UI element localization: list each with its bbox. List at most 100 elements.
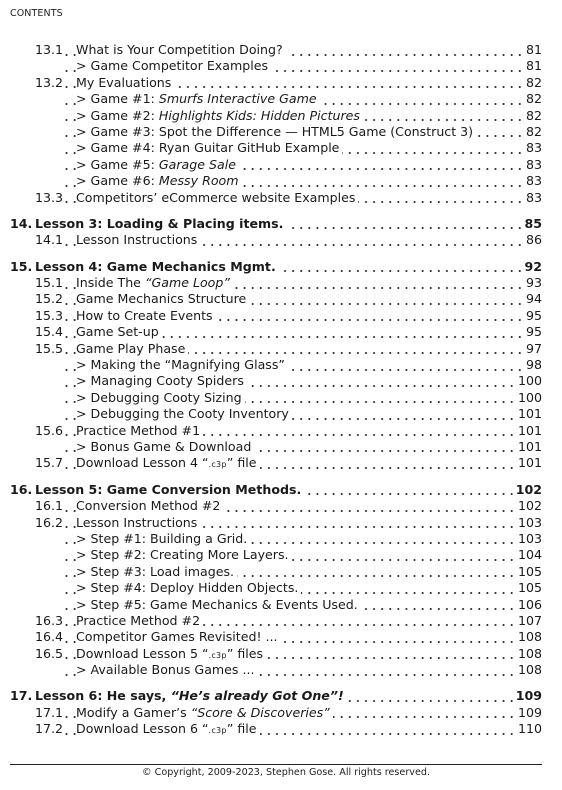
entry-title[interactable]: Competitor Games Revisited! ... [76, 629, 281, 646]
entry-number: 15.7 [35, 455, 64, 471]
entry-title[interactable]: > Bonus Game & Download [76, 438, 255, 456]
toc-chapter-entry[interactable]: 16. Lesson 5: Game Conversion Methods. 102 [0, 481, 562, 499]
entry-title[interactable]: > Debugging Cooty Sizing [76, 389, 245, 407]
page-number: 81 [523, 58, 542, 75]
page-number: 108 [515, 662, 542, 679]
entry-title[interactable]: > Game #3: Spot the Difference — HTML5 G… [76, 123, 477, 141]
toc-section-entry[interactable]: 14.1 Lesson Instructions 86 [0, 232, 562, 249]
entry-title[interactable]: > Game #2: Highlights Kids: Hidden Pictu… [76, 107, 363, 124]
entry-title[interactable]: My Evaluations [76, 74, 175, 92]
entry-title[interactable]: Practice Method #2 [76, 612, 204, 630]
toc-subitem-entry[interactable]: > Available Bonus Games ... 108 [0, 662, 562, 679]
toc-section-entry[interactable]: 15.2 Game Mechanics Structure 94 [0, 291, 562, 308]
toc-subitem-entry[interactable]: > Debugging the Cooty Inventory 101 [0, 406, 562, 423]
toc-section-entry[interactable]: 16.5 Download Lesson 5 “.c3p” files 108 [0, 645, 562, 665]
toc-subitem-entry[interactable]: > Managing Cooty Spiders 100 [0, 373, 562, 390]
entry-title[interactable]: > Available Bonus Games ... [76, 662, 258, 679]
toc-chapter-entry[interactable]: 15. Lesson 4: Game Mechanics Mgmt. 92 [0, 258, 562, 276]
toc-subitem-entry[interactable]: > Step #2: Creating More Layers. 104 [0, 547, 562, 564]
entry-title[interactable]: Game Play Phase [76, 340, 189, 358]
entry-title[interactable]: Conversion Method #2 [76, 498, 224, 515]
toc-section-entry[interactable]: 16.4 Competitor Games Revisited! ... 108 [0, 629, 562, 646]
toc-subitem-entry[interactable]: > Debugging Cooty Sizing 100 [0, 389, 562, 407]
entry-title[interactable]: What is Your Competition Doing? [76, 42, 286, 59]
entry-title[interactable]: > Game #4: Ryan Guitar GitHub Example [76, 140, 343, 157]
toc-subitem-entry[interactable]: > Game Competitor Examples 81 [0, 58, 562, 75]
entry-title[interactable]: Download Lesson 6 “.c3p” file [76, 721, 260, 740]
entry-title[interactable]: Game Mechanics Structure [76, 291, 250, 308]
toc-section-entry[interactable]: 15.6 Practice Method #1 101 [0, 422, 562, 439]
toc-subitem-entry[interactable]: > Bonus Game & Download 101 [0, 438, 562, 456]
entry-title-italic: Messy Room [158, 173, 239, 189]
entry-title[interactable]: How to Create Events [76, 307, 216, 325]
toc-section-entry[interactable]: 16.2 Lesson Instructions 103 [0, 514, 562, 531]
entry-title[interactable]: Competitors’ eCommerce website Examples [76, 189, 359, 206]
entry-title[interactable]: > Debugging the Cooty Inventory [76, 406, 292, 423]
toc-section-entry[interactable]: 13.3 Competitors’ eCommerce website Examp… [0, 189, 562, 206]
toc-section-entry[interactable]: 15.7 Download Lesson 4 “.c3p” file 101 [0, 455, 562, 474]
toc-section-entry[interactable]: 17.2 Download Lesson 6 “.c3p” file 110 [0, 721, 562, 740]
entry-title-text: > Step #5: Game Mechanics & Events Used. [76, 596, 358, 612]
entry-title[interactable]: Inside The “Game Loop” [76, 275, 233, 292]
toc-subitem-entry[interactable]: > Game #6: Messy Room 83 [0, 173, 562, 190]
toc-chapter-entry[interactable]: 14. Lesson 3: Loading & Placing items. 85 [0, 215, 562, 233]
entry-title-text: Competitors’ eCommerce website Examples [76, 189, 356, 205]
entry-title[interactable]: > Game Competitor Examples [76, 58, 272, 75]
entry-title[interactable]: Lesson 5: Game Conversion Methods. [35, 481, 305, 499]
toc-subitem-entry[interactable]: > Game #4: Ryan Guitar GitHub Example 83 [0, 140, 562, 157]
entry-title-text: ” files [226, 645, 264, 661]
page-number: 94 [523, 291, 542, 308]
toc-section-entry[interactable]: 16.3 Practice Method #2 107 [0, 612, 562, 630]
entry-title-text: ” file [226, 455, 257, 471]
toc-section-entry[interactable]: 15.3 How to Create Events 95 [0, 307, 562, 325]
entry-title-text: Game Play Phase [76, 340, 186, 356]
entry-title[interactable]: Lesson 3: Loading & Placing items. [35, 215, 287, 233]
entry-title[interactable]: Modify a Gamer’s “Score & Discoveries” [76, 704, 333, 722]
entry-title[interactable]: > Step #3: Load images. [76, 563, 238, 581]
toc-subitem-entry[interactable]: > Making the “Magnifying Glass” 98 [0, 357, 562, 374]
page-number: 82 [523, 123, 542, 141]
entry-title[interactable]: Practice Method #1 [76, 422, 204, 439]
entry-title-text: Practice Method #1 [76, 422, 201, 438]
toc-subitem-entry[interactable]: > Game #3: Spot the Difference — HTML5 G… [0, 123, 562, 141]
entry-title[interactable]: Lesson 4: Game Mechanics Mgmt. [35, 258, 279, 276]
entry-title[interactable]: > Game #5: Garage Sale [76, 156, 239, 174]
entry-title[interactable]: > Game #6: Messy Room [76, 173, 242, 190]
toc-section-entry[interactable]: 15.5 Game Play Phase 97 [0, 340, 562, 358]
page-number: 101 [515, 455, 542, 472]
entry-title-text: > Game #5: [76, 156, 159, 172]
entry-title[interactable]: Game Set-up [76, 324, 162, 341]
toc-section-entry[interactable]: 16.1 Conversion Method #2 102 [0, 498, 562, 515]
toc-section-entry[interactable]: 17.1 Modify a Gamer’s “Score & Discoverie… [0, 704, 562, 722]
entry-title[interactable]: Lesson 6: He says, “He’s already Got One… [35, 688, 347, 705]
entry-title[interactable]: > Step #5: Game Mechanics & Events Used. [76, 596, 361, 613]
entry-title[interactable]: > Game #1: Smurfs Interactive Game [76, 91, 320, 108]
toc-subitem-entry[interactable]: > Step #5: Game Mechanics & Events Used.… [0, 596, 562, 613]
toc-subitem-entry[interactable]: > Step #3: Load images. 105 [0, 563, 562, 581]
entry-title[interactable]: > Managing Cooty Spiders [76, 373, 247, 390]
toc-subitem-entry[interactable]: > Game #1: Smurfs Interactive Game 82 [0, 91, 562, 108]
page-number: 86 [523, 232, 542, 249]
entry-number: 15. [10, 258, 33, 274]
entry-title-text: > Game #6: [76, 173, 159, 189]
entry-title[interactable]: Lesson Instructions [76, 514, 201, 531]
page-number: 83 [523, 140, 542, 157]
entry-title[interactable]: > Step #2: Creating More Layers. [76, 547, 292, 564]
entry-title[interactable]: Download Lesson 4 “.c3p” file [76, 455, 260, 474]
toc-subitem-entry[interactable]: > Game #5: Garage Sale 83 [0, 156, 562, 174]
page-number: 93 [523, 275, 542, 292]
toc-section-entry[interactable]: 15.1 Inside The “Game Loop” 93 [0, 275, 562, 292]
entry-title-text: Download Lesson 4 “ [76, 455, 209, 471]
toc-section-entry[interactable]: 15.4 Game Set-up 95 [0, 324, 562, 341]
toc-subitem-entry[interactable]: > Game #2: Highlights Kids: Hidden Pictu… [0, 107, 562, 124]
entry-title[interactable]: > Step #1: Building a Grid. [76, 530, 251, 548]
toc-chapter-entry[interactable]: 17. Lesson 6: He says, “He’s already Got … [0, 688, 562, 705]
toc-subitem-entry[interactable]: > Step #1: Building a Grid. 103 [0, 530, 562, 548]
toc-section-entry[interactable]: 13.1 What is Your Competition Doing? 81 [0, 42, 562, 59]
entry-title[interactable]: Lesson Instructions [76, 232, 201, 249]
toc-section-entry[interactable]: 13.2 My Evaluations 82 [0, 74, 562, 92]
page-number: 102 [515, 498, 542, 515]
entry-title[interactable]: > Making the “Magnifying Glass” [76, 357, 288, 374]
toc-subitem-entry[interactable]: > Step #4: Deploy Hidden Objects. 105 [0, 580, 562, 597]
entry-title[interactable]: > Step #4: Deploy Hidden Objects. [76, 580, 302, 597]
